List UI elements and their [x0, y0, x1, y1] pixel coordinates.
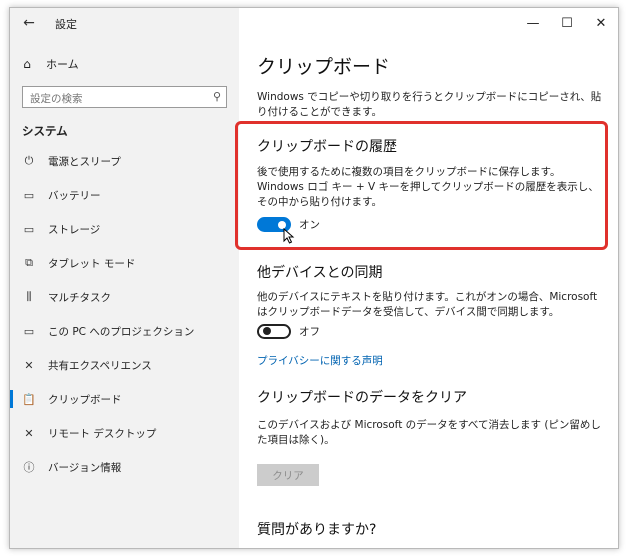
clear-button[interactable]: クリア: [257, 464, 319, 486]
projection-icon: ▭: [23, 324, 35, 338]
settings-window: ← 設定 ⌂ ホーム ⚲ システム ⏻ 電源とスリープ ▭ バッテリー ▭ ストレージ ⧉ タ…: [9, 7, 619, 549]
battery-icon: ▭: [23, 188, 35, 202]
nav-home-label: ホーム: [46, 58, 79, 71]
sidebar-item-label: この PC へのプロジェクション: [48, 325, 195, 338]
clipboard-icon: 📋: [22, 392, 36, 406]
maximize-button[interactable]: ☐: [550, 8, 584, 38]
title-bar: ← 設定: [10, 8, 239, 38]
about-icon: ⓘ: [23, 461, 35, 474]
mouse-cursor-icon: [283, 228, 295, 244]
window-controls: — ☐ ✕: [516, 8, 618, 38]
privacy-link[interactable]: プライバシーに関する声明: [257, 353, 383, 368]
sidebar-item-multitasking[interactable]: ⫼ マルチタスク: [10, 280, 239, 314]
main-content: — ☐ ✕ クリップボード Windows でコピーや切り取りを行うとクリップボ…: [239, 8, 618, 548]
search-input[interactable]: [23, 89, 200, 109]
page-title: クリップボード: [257, 56, 391, 78]
sidebar-item-remote-desktop[interactable]: ✕ リモート デスクトップ: [10, 416, 239, 450]
sidebar-item-projection[interactable]: ▭ この PC へのプロジェクション: [10, 314, 239, 348]
sidebar-item-label: 電源とスリープ: [48, 155, 121, 168]
nav-list: ⏻ 電源とスリープ ▭ バッテリー ▭ ストレージ ⧉ タブレット モード ⫼ マルチタスク ▭ この…: [10, 144, 239, 484]
search-icon[interactable]: ⚲: [213, 90, 221, 103]
sidebar-item-tablet-mode[interactable]: ⧉ タブレット モード: [10, 246, 239, 280]
storage-icon: ▭: [23, 222, 35, 236]
sidebar-item-label: バージョン情報: [48, 461, 122, 474]
sync-toggle[interactable]: [257, 323, 291, 339]
app-title: 設定: [55, 18, 77, 31]
sidebar-item-clipboard[interactable]: 📋 クリップボード: [10, 382, 239, 416]
sidebar-item-label: ストレージ: [48, 223, 101, 236]
tablet-mode-icon: ⧉: [25, 256, 33, 269]
home-icon: ⌂: [23, 57, 31, 71]
sidebar-item-battery[interactable]: ▭ バッテリー: [10, 178, 239, 212]
clear-description: このデバイスおよび Microsoft のデータをすべて消去します (ピン留めし…: [257, 419, 601, 446]
remote-desktop-icon: ✕: [24, 426, 34, 440]
sidebar-item-storage[interactable]: ▭ ストレージ: [10, 212, 239, 246]
sidebar-item-label: 共有エクスペリエンス: [48, 359, 152, 372]
sidebar-item-power[interactable]: ⏻ 電源とスリープ: [10, 144, 239, 178]
intro-text: Windows でコピーや切り取りを行うとクリップボードにコピーされ、貼り付ける…: [257, 91, 602, 118]
section-title: システム: [22, 124, 68, 138]
sync-title: 他デバイスとの同期: [257, 265, 383, 281]
shared-experiences-icon: ✕: [24, 358, 34, 372]
sidebar-item-label: タブレット モード: [48, 257, 136, 270]
sidebar-item-label: バッテリー: [48, 189, 101, 202]
sidebar-item-label: マルチタスク: [48, 291, 111, 304]
sidebar-item-about[interactable]: ⓘ バージョン情報: [10, 450, 239, 484]
sync-description: 他のデバイスにテキストを貼り付けます。これがオンの場合、Microsoft はク…: [257, 291, 598, 318]
sync-toggle-label: オフ: [299, 325, 320, 338]
sync-toggle-row: オフ: [257, 322, 320, 340]
minimize-button[interactable]: —: [516, 8, 550, 38]
nav-home[interactable]: ⌂ ホーム: [20, 54, 79, 74]
sidebar-item-label: リモート デスクトップ: [48, 427, 157, 440]
sidebar-item-shared-experiences[interactable]: ✕ 共有エクスペリエンス: [10, 348, 239, 382]
search-box[interactable]: ⚲: [22, 86, 227, 109]
back-arrow-icon[interactable]: ←: [20, 14, 38, 32]
clear-title: クリップボードのデータをクリア: [257, 390, 467, 406]
sidebar: ← 設定 ⌂ ホーム ⚲ システム ⏻ 電源とスリープ ▭ バッテリー ▭ ストレージ ⧉ タ…: [10, 8, 239, 548]
toggle-knob: [263, 327, 271, 335]
close-button[interactable]: ✕: [584, 8, 618, 38]
questions-title: 質問がありますか?: [257, 522, 377, 538]
power-icon: ⏻: [24, 154, 34, 167]
sidebar-item-label: クリップボード: [48, 393, 122, 406]
multitasking-icon: ⫼: [26, 290, 32, 303]
